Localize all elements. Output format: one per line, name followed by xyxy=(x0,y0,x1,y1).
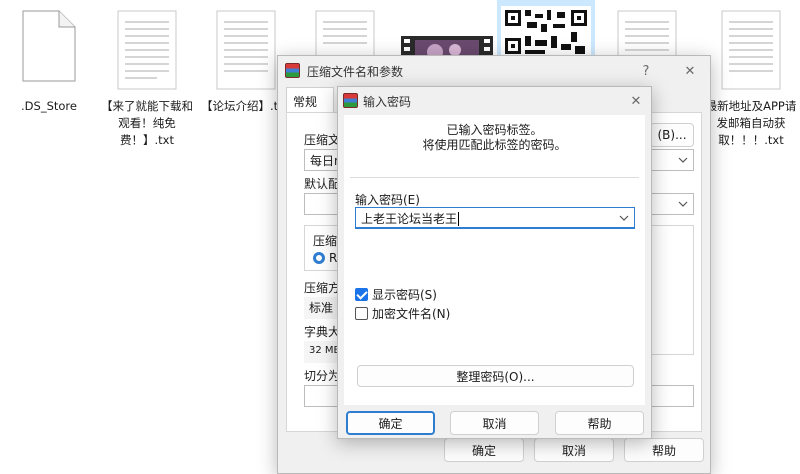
password-info-text: 已输入密码标签。 将使用匹配此标签的密码。 xyxy=(344,123,645,153)
split-volumes-label: 切分为 xyxy=(304,369,341,383)
password-value: 上老王论坛当老王 xyxy=(361,212,458,226)
tab-general[interactable]: 常规 xyxy=(286,87,334,113)
archive-help-button[interactable]: 帮助 xyxy=(624,438,704,462)
file-name: 最新地址及APP请发邮箱自动获取！！！.txt xyxy=(705,99,797,147)
chevron-down-icon xyxy=(678,201,688,207)
encrypt-filenames-label: 加密文件名(N) xyxy=(372,307,451,321)
encrypt-filenames-checkbox[interactable] xyxy=(355,307,368,320)
file-item[interactable]: 最新地址及APP请发邮箱自动获取！！！.txt xyxy=(702,0,800,160)
archive-cancel-button[interactable]: 取消 xyxy=(534,438,614,462)
text-file-icon xyxy=(216,10,276,90)
password-ok-button[interactable]: 确定 xyxy=(346,411,435,435)
close-icon[interactable]: ✕ xyxy=(620,87,652,115)
chevron-down-icon[interactable] xyxy=(619,213,629,223)
archive-name-label: 压缩文 xyxy=(304,133,341,147)
dictionary-size-label: 字典大 xyxy=(304,325,341,339)
text-file-icon xyxy=(117,10,177,90)
file-item[interactable]: .DS_Store xyxy=(0,0,98,160)
divider xyxy=(350,177,639,178)
password-input[interactable]: 上老王论坛当老王 xyxy=(355,207,635,229)
file-name: .DS_Store xyxy=(21,99,77,113)
show-password-label: 显示密码(S) xyxy=(372,288,437,302)
browse-button[interactable]: (B)... xyxy=(650,123,694,147)
password-panel: 已输入密码标签。 将使用匹配此标签的密码。 输入密码(E) 上老王论坛当老王 显… xyxy=(344,115,645,405)
password-cancel-button[interactable]: 取消 xyxy=(450,411,539,435)
set-password-button[interactable] xyxy=(650,385,694,407)
rar-radio[interactable] xyxy=(313,252,325,264)
show-password-checkbox[interactable] xyxy=(355,288,368,301)
tab-general-label: 常规 xyxy=(293,95,318,109)
file-name: 【来了就能下载和观看！纯免费！】.txt xyxy=(101,99,193,147)
winrar-icon xyxy=(285,63,300,78)
help-icon[interactable]: ? xyxy=(628,56,664,86)
close-icon[interactable]: ✕ xyxy=(672,56,708,86)
archive-name-combo[interactable] xyxy=(650,149,694,171)
blank-file-icon xyxy=(22,10,76,82)
text-file-icon xyxy=(721,10,781,90)
update-mode-combo[interactable] xyxy=(650,193,694,215)
qr-code-image-icon xyxy=(501,6,591,58)
archive-dialog-title: 压缩文件名和参数 xyxy=(307,65,404,79)
archive-dialog-titlebar[interactable]: 压缩文件名和参数 ? ✕ xyxy=(278,56,710,86)
file-item[interactable]: 【来了就能下载和观看！纯免费！】.txt xyxy=(98,0,196,160)
default-profile-label: 默认配 xyxy=(304,177,341,191)
format-group-label: 压缩 xyxy=(313,234,338,248)
password-help-button[interactable]: 帮助 xyxy=(555,411,644,435)
password-info-line2: 将使用匹配此标签的密码。 xyxy=(422,138,567,152)
password-info-line1: 已输入密码标签。 xyxy=(446,123,543,137)
organize-passwords-button[interactable]: 整理密码(O)... xyxy=(357,365,634,387)
password-dialog-title: 输入密码 xyxy=(363,95,412,109)
password-dialog-titlebar[interactable]: 输入密码 ✕ xyxy=(338,87,651,115)
password-dialog: 输入密码 ✕ 已输入密码标签。 将使用匹配此标签的密码。 输入密码(E) 上老王… xyxy=(337,86,652,439)
archiving-options-group xyxy=(650,225,694,355)
password-label: 输入密码(E) xyxy=(355,193,420,207)
winrar-icon xyxy=(343,93,358,108)
archive-ok-button[interactable]: 确定 xyxy=(444,438,524,462)
compression-method-label: 压缩方 xyxy=(304,281,341,295)
chevron-down-icon xyxy=(678,157,688,163)
